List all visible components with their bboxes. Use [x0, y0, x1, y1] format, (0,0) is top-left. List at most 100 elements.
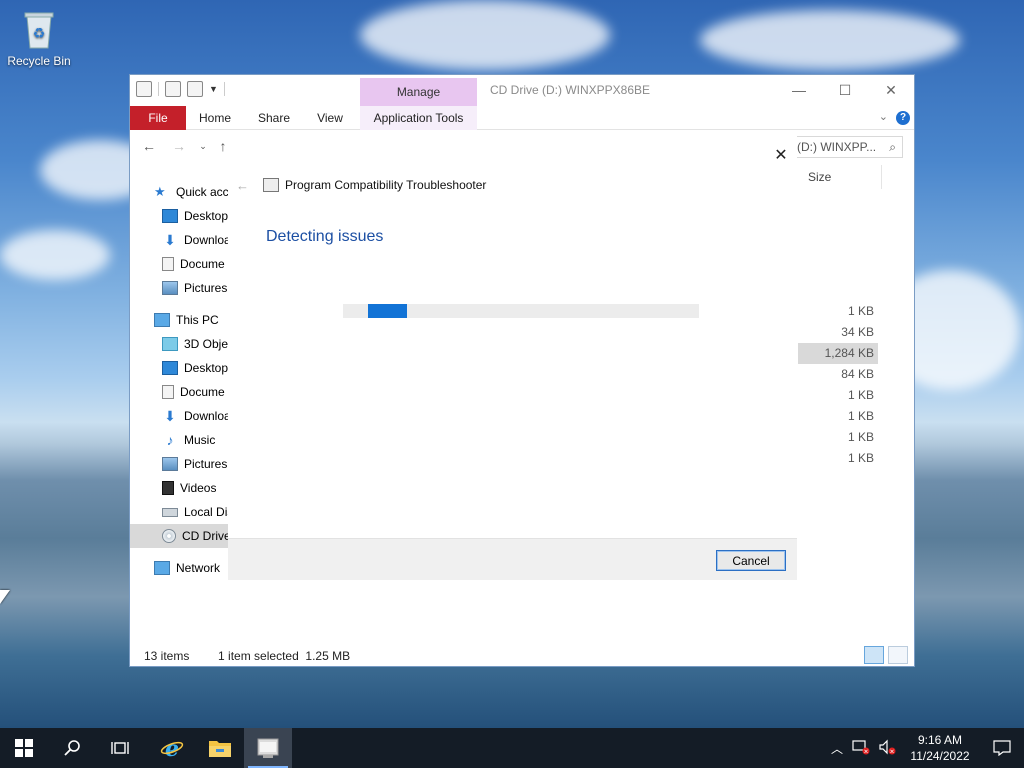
clock-time: 9:16 AM — [917, 733, 963, 747]
nav-documents[interactable]: Docume — [162, 380, 225, 404]
nav-label: Local Dis — [184, 505, 234, 519]
divider — [158, 82, 159, 96]
internet-explorer-button[interactable]: e — [148, 728, 196, 768]
minimize-button[interactable]: — — [776, 79, 822, 101]
pictures-icon — [162, 457, 178, 471]
action-center-button[interactable] — [980, 728, 1024, 768]
nav-qa-pictures[interactable]: Pictures — [162, 276, 227, 300]
cancel-button[interactable]: Cancel — [716, 550, 786, 571]
file-size[interactable]: 34 KB — [798, 322, 878, 343]
tab-application-tools[interactable]: Application Tools — [360, 106, 477, 130]
nav-desktop[interactable]: Desktop — [162, 356, 228, 380]
tab-share[interactable]: Share — [250, 106, 298, 130]
status-bar: 13 items 1 item selected 1.25 MB — [144, 649, 350, 663]
search-button[interactable] — [48, 728, 96, 768]
task-view-icon — [111, 742, 129, 754]
new-folder-icon[interactable] — [187, 81, 203, 97]
nav-cd-drive[interactable]: CD Drive — [130, 524, 228, 548]
film-icon — [162, 481, 174, 495]
task-view-button[interactable] — [96, 728, 144, 768]
back-arrow-icon[interactable]: ← — [140, 137, 158, 155]
start-button[interactable] — [0, 728, 48, 768]
svg-text:e: e — [165, 736, 179, 760]
svg-text:✕: ✕ — [863, 748, 868, 755]
properties-icon[interactable] — [165, 81, 181, 97]
nav-label: Downloa — [184, 233, 231, 247]
nav-label: 3D Objec — [184, 337, 235, 351]
nav-videos[interactable]: Videos — [162, 476, 216, 500]
troubleshooter-dialog: ✕ ← Program Compatibility Troubleshooter… — [228, 136, 797, 580]
nav-label: CD Drive — [182, 529, 228, 543]
troubleshooter-taskbar-button[interactable] — [244, 728, 292, 768]
dialog-header-label: Program Compatibility Troubleshooter — [285, 178, 487, 192]
nav-3d-objects[interactable]: 3D Objec — [162, 332, 234, 356]
app-icon[interactable] — [136, 81, 152, 97]
nav-this-pc[interactable]: This PC — [154, 308, 219, 332]
file-size[interactable]: 84 KB — [798, 364, 878, 385]
quick-access-toolbar: ▼ — [136, 81, 225, 97]
nav-qa-desktop[interactable]: Desktop — [162, 204, 228, 228]
forward-arrow-icon[interactable]: → — [170, 137, 188, 155]
desktop-icon — [162, 361, 178, 375]
help-icon[interactable]: ? — [896, 111, 910, 125]
recent-locations-icon[interactable]: ⌄ — [194, 137, 212, 155]
troubleshooter-icon — [263, 178, 279, 192]
nav-label: Music — [184, 433, 216, 447]
customize-toolbar-icon[interactable]: ▼ — [209, 84, 218, 94]
dialog-footer: Cancel — [228, 538, 797, 580]
nav-label: Videos — [180, 481, 217, 495]
pictures-icon — [162, 281, 178, 295]
download-arrow-icon: ⬇ — [164, 408, 176, 424]
size-column: 1 KB 34 KB 1,284 KB 84 KB 1 KB 1 KB 1 KB… — [798, 301, 878, 469]
file-explorer-icon — [209, 741, 231, 757]
nav-music[interactable]: ♪ Music — [162, 428, 216, 452]
details-view-icon[interactable] — [864, 646, 884, 664]
expand-ribbon-icon[interactable]: ⌄ — [879, 110, 888, 123]
file-size-selected[interactable]: 1,284 KB — [798, 343, 878, 364]
file-size[interactable]: 1 KB — [798, 301, 878, 322]
download-arrow-icon: ⬇ — [164, 232, 176, 248]
divider — [223, 82, 225, 96]
tab-view[interactable]: View — [308, 106, 352, 130]
close-window-button[interactable]: ✕ — [868, 79, 914, 101]
file-size[interactable]: 1 KB — [798, 406, 878, 427]
nav-label: Pictures — [184, 281, 228, 295]
document-icon — [162, 385, 174, 399]
nav-quick-access[interactable]: ★ Quick acc — [154, 180, 229, 204]
item-count: 13 items — [144, 649, 190, 663]
start-icon — [15, 739, 33, 757]
file-size[interactable]: 1 KB — [798, 385, 878, 406]
nav-qa-downloads[interactable]: ⬇ Downloa — [162, 228, 231, 252]
recycle-bin-icon: ♻ — [19, 8, 59, 50]
network-icon — [154, 561, 170, 575]
search-icon: ⌕ — [889, 140, 896, 154]
dialog-header: Program Compatibility Troubleshooter — [263, 178, 486, 192]
file-explorer-button[interactable] — [196, 728, 244, 768]
tab-home[interactable]: Home — [192, 106, 238, 130]
nav-label: Desktop — [184, 361, 229, 375]
nav-qa-documents[interactable]: Docume — [162, 252, 225, 276]
volume-muted-icon[interactable]: ✕ — [874, 739, 900, 758]
clock[interactable]: 9:16 AM 11/24/2022 — [900, 732, 980, 764]
nav-label: This PC — [176, 313, 219, 327]
large-icons-view-icon[interactable] — [888, 646, 908, 664]
tab-file[interactable]: File — [130, 106, 186, 130]
file-size[interactable]: 1 KB — [798, 448, 878, 469]
close-dialog-button[interactable]: ✕ — [771, 146, 791, 166]
column-header-size[interactable]: Size — [802, 165, 882, 189]
back-arrow-icon[interactable]: ← — [236, 178, 249, 193]
search-input-text: (D:) WINXPP... — [797, 140, 877, 154]
cd-drive-icon — [162, 529, 176, 543]
file-size[interactable]: 1 KB — [798, 427, 878, 448]
nav-network[interactable]: Network — [154, 556, 220, 580]
search-icon — [64, 740, 80, 756]
tab-manage[interactable]: Manage — [360, 78, 477, 106]
troubleshooter-icon — [257, 738, 279, 758]
show-hidden-icons-chevron-icon[interactable]: ︿ — [826, 740, 848, 757]
network-status-icon[interactable]: ✕ — [848, 739, 874, 758]
nav-local-disk[interactable]: Local Dis — [162, 500, 233, 524]
recycle-bin-shortcut[interactable]: ♻ Recycle Bin — [6, 8, 72, 68]
nav-downloads[interactable]: ⬇ Downloa — [162, 404, 231, 428]
nav-pictures[interactable]: Pictures — [162, 452, 227, 476]
maximize-button[interactable]: ☐ — [822, 79, 868, 101]
